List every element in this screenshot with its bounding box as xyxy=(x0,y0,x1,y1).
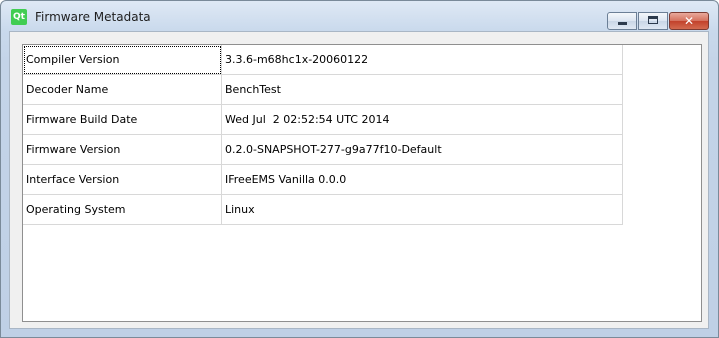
metadata-key-cell[interactable]: Firmware Version xyxy=(23,135,222,165)
metadata-value-cell[interactable]: Wed Jul 2 02:52:54 UTC 2014 xyxy=(222,105,623,135)
maximize-icon xyxy=(648,16,658,24)
table-row[interactable]: Interface Version IFreeEMS Vanilla 0.0.0 xyxy=(23,165,623,195)
minimize-icon xyxy=(618,22,627,25)
close-icon: ✕ xyxy=(683,14,695,28)
qt-logo-icon: Qt xyxy=(11,9,27,25)
metadata-value-cell[interactable]: 0.2.0-SNAPSHOT-277-g9a77f10-Default xyxy=(222,135,623,165)
metadata-value-cell[interactable]: BenchTest xyxy=(222,75,623,105)
close-button[interactable]: ✕ xyxy=(669,12,709,30)
metadata-key-cell[interactable]: Decoder Name xyxy=(23,75,222,105)
table-row[interactable]: Decoder Name BenchTest xyxy=(23,75,623,105)
metadata-value-cell[interactable]: IFreeEMS Vanilla 0.0.0 xyxy=(222,165,623,195)
title-bar[interactable]: Qt Firmware Metadata ✕ xyxy=(1,1,718,31)
metadata-key-cell[interactable]: Firmware Build Date xyxy=(23,105,222,135)
metadata-key-cell[interactable]: Operating System xyxy=(23,195,222,225)
minimize-button[interactable] xyxy=(607,12,637,30)
firmware-metadata-window: Qt Firmware Metadata ✕ Compiler Version … xyxy=(0,0,719,338)
metadata-key-cell[interactable]: Interface Version xyxy=(23,165,222,195)
table-row[interactable]: Compiler Version 3.3.6-m68hc1x-20060122 xyxy=(23,45,623,75)
metadata-table[interactable]: Compiler Version 3.3.6-m68hc1x-20060122 … xyxy=(22,44,702,322)
window-title: Firmware Metadata xyxy=(35,10,151,24)
metadata-value-cell[interactable]: Linux xyxy=(222,195,623,225)
table-row[interactable]: Firmware Build Date Wed Jul 2 02:52:54 U… xyxy=(23,105,623,135)
window-client-area: Compiler Version 3.3.6-m68hc1x-20060122 … xyxy=(9,31,709,329)
maximize-button[interactable] xyxy=(638,12,668,30)
table-row[interactable]: Firmware Version 0.2.0-SNAPSHOT-277-g9a7… xyxy=(23,135,623,165)
metadata-key-cell[interactable]: Compiler Version xyxy=(23,45,222,75)
metadata-value-cell[interactable]: 3.3.6-m68hc1x-20060122 xyxy=(222,45,623,75)
table-row[interactable]: Operating System Linux xyxy=(23,195,623,225)
